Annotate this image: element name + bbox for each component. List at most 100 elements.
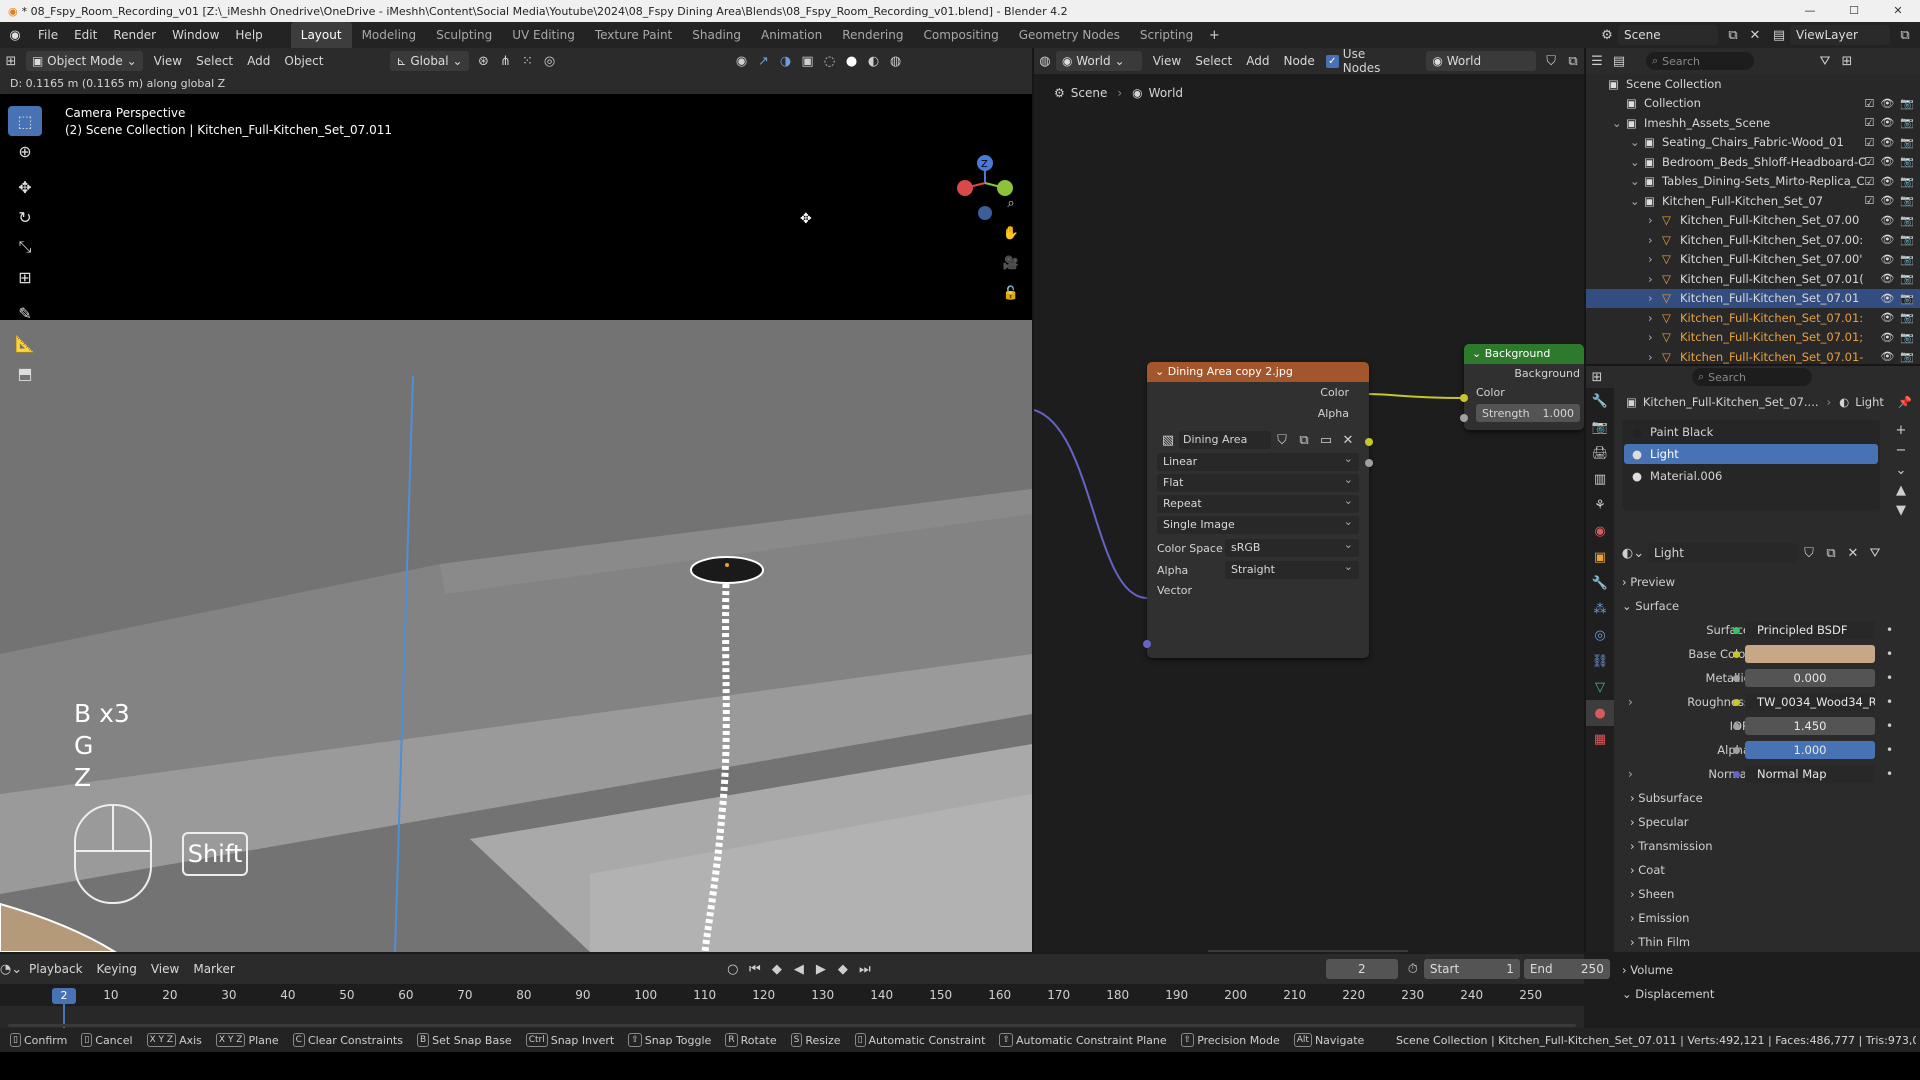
keyframe-dot-icon[interactable]: • xyxy=(1886,671,1893,685)
exclude-checkbox-icon[interactable]: ☑ xyxy=(1864,97,1874,110)
visibility-icon[interactable]: ◉ xyxy=(731,51,753,71)
background-node[interactable]: ⌄ Background Background Color Strength 1… xyxy=(1464,344,1584,430)
rotate-tool-icon[interactable]: ↻ xyxy=(8,202,42,232)
annotate-tool-icon[interactable]: ✎ xyxy=(8,298,42,328)
add-slot-icon[interactable]: + xyxy=(1890,420,1912,440)
rendered-shading-icon[interactable]: ◍ xyxy=(885,51,907,71)
display-mode-icon[interactable]: ▤ xyxy=(1608,51,1630,71)
outliner-type-icon[interactable]: ☰ xyxy=(1586,51,1608,71)
tool-tab-icon[interactable]: 🔧 xyxy=(1586,388,1614,414)
menu-edit[interactable]: Edit xyxy=(66,22,105,48)
tab-modeling[interactable]: Modeling xyxy=(352,22,427,48)
expand-chevron-icon[interactable]: ⌄ xyxy=(1612,116,1626,130)
image-datablock[interactable]: ▧ Dining Area copy... ⛉ ⧉ ▭ ✕ xyxy=(1157,430,1359,464)
expand-chevron-icon[interactable]: › xyxy=(1648,233,1662,247)
subpanel-subsurface[interactable]: › Subsurface xyxy=(1614,786,1920,810)
current-frame-field[interactable]: 2 xyxy=(1325,959,1398,979)
texture-tab-icon[interactable]: ▦ xyxy=(1586,726,1614,752)
scale-tool-icon[interactable]: ⤡ xyxy=(8,232,42,262)
properties-search-input[interactable]: ⌕ Search xyxy=(1692,368,1812,386)
prop-field[interactable]: TW_0034_Wood34_Ro... xyxy=(1745,693,1875,711)
node-editor[interactable]: ◍ ◉ World ⌄ View Select Add Node ✓ Use Node… xyxy=(1034,47,1584,952)
render-camera-icon[interactable]: 📷 xyxy=(1900,155,1914,168)
exclude-checkbox-icon[interactable]: ☑ xyxy=(1864,155,1874,168)
material-slot[interactable]: ● Paint Black xyxy=(1624,422,1878,442)
outliner-row[interactable]: ⌄ ▣ Bedroom_Beds_Shloff-Headboard-C ☑ 👁 📷 xyxy=(1586,152,1920,172)
expand-chevron-icon[interactable]: › xyxy=(1648,291,1662,305)
subpanel-transmission[interactable]: › Transmission xyxy=(1614,834,1920,858)
camera-view-icon[interactable]: 🎥 xyxy=(1000,248,1022,278)
object-tab-icon[interactable]: ▣ xyxy=(1586,544,1614,570)
add-workspace-icon[interactable]: + xyxy=(1203,25,1225,45)
tab-animation[interactable]: Animation xyxy=(751,22,832,48)
jump-start-icon[interactable]: ⏮ xyxy=(744,959,766,979)
prop-field[interactable]: 1.000 xyxy=(1745,741,1875,759)
timeline-menu-keying[interactable]: Keying xyxy=(90,956,144,982)
zoom-icon[interactable]: ⌕ xyxy=(1000,188,1022,218)
timeline-menu-playback[interactable]: Playback xyxy=(22,956,90,982)
expand-chevron-icon[interactable]: ⌄ xyxy=(1630,155,1644,169)
node-scrollbar[interactable] xyxy=(1208,950,1408,952)
source-dropdown[interactable]: Single Image xyxy=(1157,513,1359,534)
extension-dropdown[interactable]: Repeat xyxy=(1157,492,1359,513)
scene-tab-icon[interactable]: ⚘ xyxy=(1586,492,1614,518)
render-camera-icon[interactable]: 📷 xyxy=(1900,311,1914,324)
visibility-eye-icon[interactable]: 👁 xyxy=(1880,136,1894,149)
move-down-icon[interactable]: ▼ xyxy=(1890,500,1912,520)
outliner-row[interactable]: › ▽ Kitchen_Full-Kitchen_Set_07.01: 👁 📷 xyxy=(1586,308,1920,328)
menu-file[interactable]: File xyxy=(30,22,66,48)
exclude-checkbox-icon[interactable]: ☑ xyxy=(1864,136,1874,149)
play-icon[interactable]: ▶ xyxy=(810,959,832,979)
fake-user-icon[interactable]: ⛉ xyxy=(1798,543,1820,563)
tab-layout[interactable]: Layout xyxy=(290,22,352,48)
gizmo-icon[interactable]: ↗ xyxy=(753,51,775,71)
outliner-search-input[interactable]: ⌕ Search xyxy=(1646,52,1754,70)
menu-help[interactable]: Help xyxy=(227,22,270,48)
wireframe-shading-icon[interactable]: ◌ xyxy=(819,51,841,71)
slot-menu-icon[interactable]: ⌄ xyxy=(1890,460,1912,480)
minimize-icon[interactable]: — xyxy=(1788,0,1832,22)
prop-field[interactable]: 0.000 xyxy=(1745,669,1875,687)
expand-chevron-icon[interactable]: › xyxy=(1628,695,1633,709)
viewport-menu-select[interactable]: Select xyxy=(189,48,240,74)
output-tab-icon[interactable]: 🖨 xyxy=(1586,440,1614,466)
expand-chevron-icon[interactable]: ⌄ xyxy=(1630,194,1644,208)
visibility-eye-icon[interactable]: 👁 xyxy=(1880,194,1894,207)
exclude-checkbox-icon[interactable]: ☑ xyxy=(1864,116,1874,129)
timeline-type-icon[interactable]: ◔⌄ xyxy=(0,959,22,979)
material-slot[interactable]: ● Material.006 xyxy=(1624,466,1878,486)
viewlayer-name[interactable]: ViewLayer xyxy=(1790,25,1890,45)
snap-icon[interactable]: ⋔ xyxy=(495,51,517,71)
render-camera-icon[interactable]: 📷 xyxy=(1900,116,1914,129)
outliner-row[interactable]: ⌄ ▣ Tables_Dining-Sets_Mirto-Replica_C ☑ 👁 📷 xyxy=(1586,172,1920,192)
view-layer-tab-icon[interactable]: ▥ xyxy=(1586,466,1614,492)
pan-hand-icon[interactable]: ✋ xyxy=(1000,218,1022,248)
tab-uv-editing[interactable]: UV Editing xyxy=(502,22,585,48)
material-name-field[interactable]: Light xyxy=(1648,543,1798,563)
visibility-eye-icon[interactable]: 👁 xyxy=(1880,97,1894,110)
unlink-icon[interactable]: ✕ xyxy=(1842,543,1864,563)
image-node-header[interactable]: ⌄ Dining Area copy 2.jpg xyxy=(1147,362,1369,382)
pin-icon[interactable]: 📌 xyxy=(1898,395,1912,409)
filter-icon[interactable]: ⛛ xyxy=(1814,51,1836,71)
material-browse-icon[interactable]: ◐⌄ xyxy=(1622,543,1644,563)
menu-window[interactable]: Window xyxy=(164,22,227,48)
timer-icon[interactable]: ⏱ xyxy=(1402,959,1424,979)
material-slot[interactable]: ● Light xyxy=(1624,444,1878,464)
prop-field[interactable]: 1.450 xyxy=(1745,717,1875,735)
render-camera-icon[interactable]: 📷 xyxy=(1900,97,1914,110)
subpanel-emission[interactable]: › Emission xyxy=(1614,906,1920,930)
timeline-menu-view[interactable]: View xyxy=(144,956,186,982)
outliner-row[interactable]: ⌄ ▣ Imeshh_Assets_Scene ☑ 👁 📷 xyxy=(1586,113,1920,133)
socket-dot-icon[interactable] xyxy=(1733,650,1740,658)
volume-panel-header[interactable]: › Volume xyxy=(1614,958,1920,982)
expand-chevron-icon[interactable]: › xyxy=(1648,311,1662,325)
subpanel-thin-film[interactable]: › Thin Film xyxy=(1614,930,1920,954)
prop-field[interactable] xyxy=(1745,645,1875,663)
editor-type-icon[interactable]: ⊞ xyxy=(0,51,22,71)
outliner-row[interactable]: › ▽ Kitchen_Full-Kitchen_Set_07.00 👁 📷 xyxy=(1586,211,1920,231)
new-viewlayer-icon[interactable]: ⧉ xyxy=(1894,25,1916,45)
interpolation-dropdown[interactable]: Linear xyxy=(1157,450,1359,471)
snap-target-icon[interactable]: ⁙ xyxy=(517,51,539,71)
visibility-eye-icon[interactable]: 👁 xyxy=(1880,214,1894,227)
